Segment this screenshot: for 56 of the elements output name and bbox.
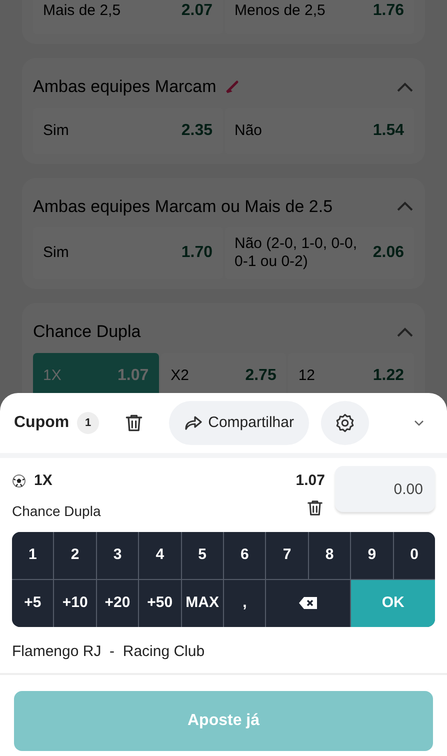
- outcome-label: Não (2-0, 1-0, 0-0, 0-1 ou 0-2): [234, 235, 358, 271]
- market-name: Chance Dupla: [12, 502, 102, 521]
- market-title: Ambas equipes Marcam: [33, 76, 216, 98]
- collapse-button[interactable]: [413, 419, 425, 427]
- keypad-key[interactable]: 0: [394, 532, 435, 578]
- keypad-key[interactable]: 5: [182, 532, 223, 578]
- keypad-key[interactable]: +50: [139, 580, 181, 626]
- odds-value: 2.35: [181, 120, 212, 140]
- odds-value: 1.07: [118, 366, 149, 386]
- odds-value: 1.22: [372, 366, 404, 386]
- odds-value: 2.07: [181, 1, 212, 21]
- chevron-up-icon[interactable]: [396, 200, 414, 212]
- backspace-icon: [298, 596, 318, 610]
- outcome-label: X2: [170, 366, 190, 384]
- chevron-up-icon[interactable]: [396, 80, 414, 93]
- coupon-title: Cupom: [14, 413, 70, 433]
- odds-value: 1.07: [296, 471, 325, 491]
- outcome-label: 1X: [43, 366, 62, 384]
- keypad-key[interactable]: 9: [351, 532, 393, 578]
- stake-field[interactable]: 0.00: [335, 466, 435, 512]
- count-badge: 1: [77, 412, 100, 434]
- odds-value: 2.75: [245, 366, 276, 386]
- keypad-key[interactable]: +5: [12, 580, 54, 626]
- settings-button[interactable]: [320, 401, 369, 445]
- keypad-key[interactable]: 2: [54, 532, 96, 578]
- match-name: Flamengo RJ - Racing Club: [0, 626, 447, 675]
- keypad-key[interactable]: +10: [54, 580, 96, 626]
- soccer-ball-icon: [12, 474, 26, 488]
- market-title: Chance Dupla: [33, 321, 141, 343]
- keypad-key[interactable]: 4: [139, 532, 181, 578]
- keypad-key[interactable]: 1: [12, 532, 54, 578]
- outcome-label: Sim: [43, 122, 69, 140]
- keypad-key[interactable]: 3: [96, 532, 138, 578]
- chevron-down-icon: [413, 419, 425, 427]
- outcome-label: Menos de 2,5: [234, 2, 326, 20]
- odds-value: 2.06: [372, 243, 404, 263]
- keypad-key[interactable]: 7: [266, 532, 308, 578]
- keypad-key[interactable]: +20: [96, 580, 138, 626]
- outcome-label: Mais de 2,5: [43, 2, 121, 20]
- outcome-label: Não: [234, 122, 262, 140]
- outcome-label: 12: [298, 366, 316, 384]
- keypad-key[interactable]: 6: [224, 532, 266, 578]
- keypad-key[interactable]: 8: [308, 532, 350, 578]
- keypad-key[interactable]: ,: [224, 580, 266, 626]
- share-arrow-icon: [184, 415, 202, 431]
- keypad-key[interactable]: MAX: [182, 580, 223, 626]
- share-button[interactable]: Compartilhar: [169, 401, 309, 445]
- settings-icon: [334, 413, 355, 433]
- pick-label: 1X: [34, 471, 52, 491]
- odds-value: 1.54: [372, 120, 404, 140]
- odds-value: 1.70: [181, 243, 212, 263]
- outcome-label: Sim: [43, 244, 69, 262]
- odds-value: 1.76: [372, 1, 404, 21]
- market-title: Ambas equipes Marcam ou Mais de 2.5: [33, 196, 333, 218]
- chevron-up-icon[interactable]: [396, 326, 414, 338]
- backspace-button[interactable]: [266, 580, 350, 626]
